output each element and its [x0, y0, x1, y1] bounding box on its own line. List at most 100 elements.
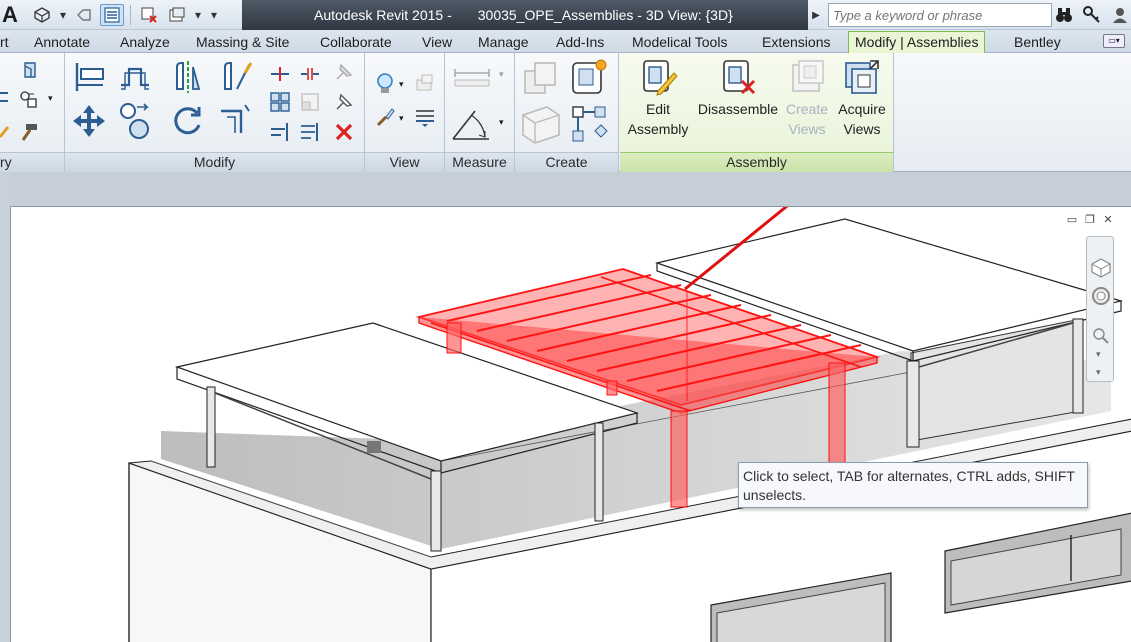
trim-extend-multiple-icon[interactable] — [299, 121, 321, 143]
document-title: 30035_OPE_Assemblies - 3D View: {3D} — [477, 7, 733, 23]
ribbon: ▾ ry Modify ▾ ▾ View ▾ ▾ Measure Create … — [0, 53, 1131, 172]
edit-assembly-label-1: Edit — [645, 101, 671, 117]
tab-collaborate[interactable]: Collaborate — [320, 33, 392, 53]
dropdown-arrow-icon[interactable]: ▾ — [58, 4, 68, 26]
search-input[interactable] — [828, 3, 1052, 27]
paintbrush-icon[interactable] — [373, 105, 397, 129]
binoculars-icon[interactable] — [1052, 3, 1076, 27]
tab-massing-site[interactable]: Massing & Site — [196, 33, 289, 53]
tab-bentley[interactable]: Bentley — [1014, 33, 1061, 53]
tag-icon[interactable] — [72, 4, 96, 26]
mirror-pick-axis-icon[interactable] — [169, 59, 205, 95]
move-icon[interactable] — [71, 103, 107, 139]
tab-view[interactable]: View — [422, 33, 452, 53]
split-with-gap-icon[interactable] — [299, 63, 321, 85]
acquire-views-button[interactable]: Acquire Views — [834, 57, 890, 139]
offset-icon[interactable] — [117, 59, 153, 95]
edit-assembly-button[interactable]: Edit Assembly — [624, 57, 692, 139]
mirror-draw-axis-icon[interactable] — [217, 59, 253, 95]
panel-measure: ▾ ▾ Measure — [445, 53, 515, 172]
dropdown-arrow-icon[interactable]: ▾ — [193, 4, 203, 26]
panel-view: ▾ ▾ View — [365, 53, 445, 172]
copy-icon[interactable] — [117, 101, 153, 141]
create-views-button: Create Views — [782, 57, 832, 139]
zoom-icon[interactable] — [1092, 327, 1110, 348]
match-type-icon[interactable] — [18, 89, 40, 111]
acquire-views-icon — [842, 57, 882, 97]
steering-wheel-icon[interactable] — [1090, 285, 1112, 310]
create-similar-icon[interactable] — [569, 103, 609, 143]
quick-access-toolbar: ▾ ▾ ▾ — [30, 3, 221, 27]
unpin-icon[interactable] — [333, 91, 355, 113]
disassemble-label: Disassemble — [697, 101, 779, 117]
switch-windows-icon[interactable] — [165, 4, 189, 26]
window-title: Autodesk Revit 2015 - 30035_OPE_Assembli… — [242, 0, 808, 30]
close-hidden-windows-icon[interactable] — [137, 4, 161, 26]
3d-view-canvas[interactable] — [10, 206, 1131, 642]
customize-toolbar-icon[interactable]: ▾ — [207, 4, 221, 26]
lightbulb-icon[interactable] — [373, 71, 397, 97]
tab-modify-assemblies[interactable]: Modify | Assemblies — [848, 31, 986, 53]
hammer-icon[interactable] — [18, 121, 40, 143]
minimize-ribbon-icon[interactable]: ▭▾ — [1103, 34, 1125, 48]
pin-disabled-icon — [333, 61, 355, 83]
user-icon[interactable] — [1108, 3, 1131, 27]
dropdown-arrow-icon[interactable]: ▾ — [399, 113, 404, 124]
dropdown-arrow-icon[interactable]: ▾ — [1096, 349, 1101, 360]
panel-label-create: Create — [515, 152, 618, 172]
rotate-icon[interactable] — [169, 103, 205, 139]
hide-in-view-disabled-icon — [413, 71, 437, 95]
dropdown-arrow-icon[interactable]: ▾ — [499, 69, 504, 80]
infocenter-icons — [1052, 3, 1131, 27]
search-expand-icon[interactable]: ▶ — [808, 3, 824, 27]
view-area-background — [10, 172, 1131, 206]
tab-annotate[interactable]: Annotate — [34, 33, 90, 53]
align-icon[interactable] — [71, 59, 107, 95]
default-3d-view-icon[interactable] — [30, 4, 54, 26]
building-model[interactable] — [11, 207, 1131, 642]
measure-between-references-icon — [451, 63, 495, 89]
cut-icon[interactable] — [0, 89, 10, 105]
dropdown-arrow-icon[interactable]: ▾ — [399, 79, 404, 90]
tab-extensions[interactable]: Extensions — [762, 33, 830, 53]
tooltip-line-2: unselects. — [743, 487, 807, 503]
minimize-view-icon[interactable]: ▭ — [1066, 214, 1078, 226]
delete-icon[interactable] — [333, 121, 355, 143]
array-icon[interactable] — [269, 91, 291, 113]
tab-add-ins[interactable]: Add-Ins — [556, 33, 604, 53]
split-element-icon[interactable] — [269, 63, 291, 85]
aligned-dimension-icon[interactable] — [449, 105, 493, 143]
restore-view-icon[interactable]: ❐ — [1084, 214, 1096, 226]
tooltip-line-1: Click to select, TAB for alternates, CTR… — [743, 468, 1075, 484]
paint-icon[interactable] — [0, 123, 12, 141]
close-view-icon[interactable]: ✕ — [1102, 214, 1114, 226]
disassemble-button[interactable]: Disassemble — [696, 57, 780, 119]
panel-modify: Modify — [65, 53, 365, 172]
view-window-controls: ▭ ❐ ✕ — [1066, 214, 1114, 226]
infocenter-search: ▶ — [808, 2, 1052, 28]
linework-icon[interactable] — [413, 105, 437, 129]
panel-assembly: Edit Assembly Disassemble Create Views A… — [620, 53, 894, 172]
tab-manage[interactable]: Manage — [478, 33, 529, 53]
trim-extend-corner-icon[interactable] — [217, 101, 253, 137]
application-menu-button[interactable]: A — [2, 1, 24, 28]
key-icon[interactable] — [1080, 3, 1104, 27]
dropdown-arrow-icon[interactable]: ▾ — [499, 117, 504, 128]
create-group-disabled-icon — [521, 59, 561, 99]
create-views-label-1: Create — [785, 101, 829, 117]
edit-assembly-label-2: Assembly — [627, 121, 689, 137]
create-parts-disabled-icon — [519, 101, 563, 145]
tab-insert[interactable]: rt — [0, 33, 9, 53]
panel-create: Create — [515, 53, 619, 172]
project-browser-edge — [0, 172, 10, 642]
trim-extend-single-icon[interactable] — [269, 121, 291, 143]
create-views-label-2: Views — [788, 121, 826, 137]
navbar-options-icon[interactable]: ▾ — [1096, 367, 1101, 378]
tab-analyze[interactable]: Analyze — [120, 33, 170, 53]
thin-lines-icon[interactable] — [100, 4, 124, 26]
create-assembly-icon[interactable] — [569, 57, 609, 97]
dropdown-arrow-icon[interactable]: ▾ — [48, 93, 53, 104]
tab-modelical-tools[interactable]: Modelical Tools — [632, 33, 727, 53]
paste-icon[interactable] — [20, 59, 42, 81]
viewcube-icon[interactable] — [1090, 257, 1112, 282]
